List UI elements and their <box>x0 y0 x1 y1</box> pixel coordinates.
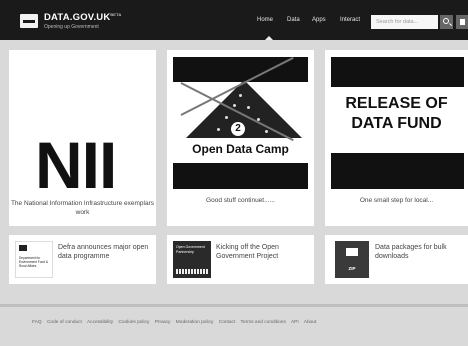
footer-link-moderation-policy[interactable]: Moderation policy <box>176 320 214 325</box>
footer-link-accessibility[interactable]: Accessibility <box>87 320 113 325</box>
footer-link-code-of-conduct[interactable]: Code of conduct <box>47 320 82 325</box>
data-dot <box>265 130 268 133</box>
featured-caption[interactable]: The National Information Infrastructure … <box>9 200 156 217</box>
data-dot <box>239 94 242 97</box>
ogp-stripe-graphic <box>176 269 208 274</box>
release-of-data-fund-title: RELEASE OF DATA FUND <box>325 94 468 134</box>
camp-number-badge: 2 <box>231 122 245 136</box>
featured-caption[interactable]: One small step for local... <box>325 197 468 206</box>
news-tile-data-packages[interactable]: ZIP Data packages for bulk downloads <box>325 235 468 284</box>
crown-logo-icon[interactable] <box>20 14 38 28</box>
nav-data[interactable]: Data <box>287 17 300 27</box>
footer-link-cookies-policy[interactable]: Cookies policy <box>118 320 149 325</box>
zip-file-icon: ZIP <box>335 241 369 278</box>
footer-link-about[interactable]: About <box>304 320 317 325</box>
data-dot <box>257 118 260 121</box>
site-tagline: Opening up Government <box>44 24 99 30</box>
site-title-text[interactable]: DATA.GOV.UK <box>44 12 110 23</box>
data-dot <box>233 104 236 107</box>
search-icon <box>443 18 449 24</box>
defra-logo: Department for Environment Food & Rural … <box>15 241 53 278</box>
search-input[interactable] <box>371 15 438 29</box>
release-line-2: DATA FUND <box>351 115 442 132</box>
nav-apps[interactable]: Apps <box>312 17 326 27</box>
zip-label: ZIP <box>348 266 356 271</box>
site-title[interactable]: DATA.GOV.UKBETA <box>44 12 121 23</box>
crest-icon <box>19 245 27 251</box>
footer-link-privacy[interactable]: Privacy <box>155 320 171 325</box>
featured-card-release-of-data-fund[interactable]: RELEASE OF DATA FUND One small step for … <box>325 50 468 226</box>
release-line-1: RELEASE OF <box>345 95 448 112</box>
news-title[interactable]: Kicking off the Open Government Project <box>216 243 308 261</box>
user-button[interactable] <box>456 15 468 29</box>
site-title-beta: BETA <box>110 12 122 17</box>
footer-link-terms[interactable]: Terms and conditions <box>241 320 286 325</box>
search-button[interactable] <box>440 15 453 29</box>
ogp-logo-text: Open Government Partnership <box>176 245 205 254</box>
news-tile-ogp[interactable]: Open Government Partnership Kicking off … <box>167 235 314 284</box>
news-title[interactable]: Data packages for bulk downloads <box>375 243 463 261</box>
image-band-top <box>331 57 464 87</box>
footer-divider <box>0 304 468 307</box>
ogp-logo: Open Government Partnership <box>173 241 211 278</box>
data-dot <box>247 106 250 109</box>
nav-active-indicator <box>265 36 273 40</box>
open-data-camp-title: Open Data Camp <box>192 142 289 156</box>
footer-link-api[interactable]: API <box>291 320 299 325</box>
featured-card-nii[interactable]: NII The National Information Infrastruct… <box>9 50 156 226</box>
data-dot <box>217 128 220 131</box>
defra-logo-text: Department for Environment Food & Rural … <box>19 256 49 268</box>
image-band-bottom <box>331 153 464 189</box>
user-icon <box>460 19 465 25</box>
featured-caption[interactable]: Good stuff continuet...... <box>167 197 314 206</box>
site-header: DATA.GOV.UKBETA Opening up Government Ho… <box>0 0 468 40</box>
nav-interact[interactable]: Interact <box>340 17 360 27</box>
image-band-bottom <box>173 163 308 189</box>
box-icon <box>346 248 358 256</box>
nii-image-text: NII <box>35 128 117 202</box>
footer-link-contact[interactable]: Contact <box>219 320 236 325</box>
footer-link-faq[interactable]: FAQ <box>32 320 42 325</box>
news-tile-defra[interactable]: Department for Environment Food & Rural … <box>9 235 156 284</box>
nav-home[interactable]: Home <box>257 17 273 27</box>
news-title[interactable]: Defra announces major open data programm… <box>58 243 150 261</box>
footer-links: FAQ Code of conduct Accessibility Cookie… <box>32 320 452 325</box>
data-dot <box>225 116 228 119</box>
featured-card-open-data-camp[interactable]: 2 Open Data Camp Good stuff continuet...… <box>167 50 314 226</box>
